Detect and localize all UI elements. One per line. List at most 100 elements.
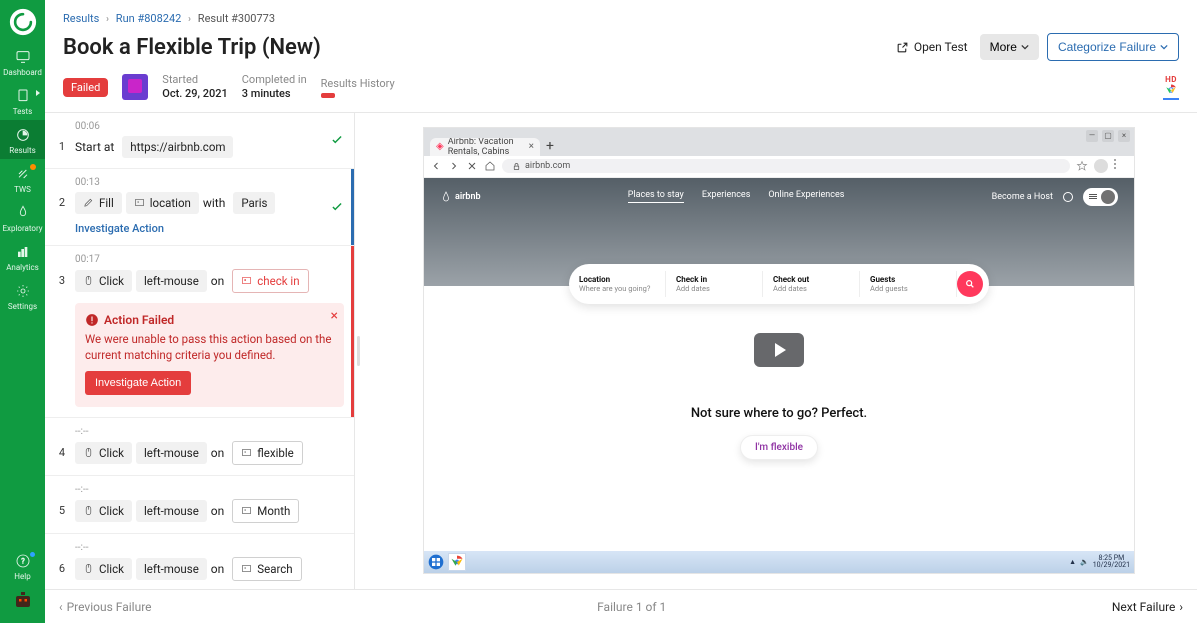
check-icon bbox=[330, 200, 344, 214]
investigate-action-link[interactable]: Investigate Action bbox=[75, 222, 354, 235]
notif-dot bbox=[30, 164, 36, 170]
nav-label: Analytics bbox=[6, 263, 39, 272]
profile-menu-pill bbox=[1083, 188, 1118, 206]
mouse-icon bbox=[83, 447, 94, 458]
nav-results[interactable]: Results bbox=[0, 120, 45, 159]
step-action-chip: Fill bbox=[75, 192, 122, 214]
step-value-chip: Paris bbox=[233, 192, 275, 214]
search-cell-label: Check out bbox=[773, 275, 849, 284]
step-time: 00:13 bbox=[75, 177, 354, 188]
meta-history: Results History bbox=[321, 77, 395, 98]
screenshot-viewer[interactable]: ◈ Airbnb: Vacation Rentals, Cabins × + —… bbox=[423, 127, 1135, 574]
mouse-icon bbox=[83, 563, 94, 574]
lock-icon bbox=[512, 162, 521, 171]
menu-icon bbox=[1114, 159, 1128, 173]
page-header: Results › Run #808242 › Result #300773 B… bbox=[45, 0, 1197, 113]
categorize-failure-button[interactable]: Categorize Failure bbox=[1047, 33, 1179, 61]
step-time: 00:17 bbox=[75, 254, 354, 265]
search-cell-label: Guests bbox=[870, 275, 946, 284]
check-icon bbox=[330, 133, 344, 147]
screenshot-taskbar: ▲ 🔈 8:25 PM 10/29/2021 bbox=[424, 551, 1134, 573]
step-number: 6 bbox=[53, 562, 71, 575]
search-cell-ph: Add dates bbox=[773, 284, 849, 293]
step-row[interactable]: --:-- 6 Click left-mouse on Search bbox=[45, 534, 354, 589]
avatar-icon bbox=[1101, 190, 1115, 204]
step-row[interactable]: 00:13 2 Fill location with Paris Investi… bbox=[45, 169, 354, 246]
investigate-action-button[interactable]: Investigate Action bbox=[85, 371, 191, 395]
meta-started: Started Oct. 29, 2021 bbox=[162, 73, 227, 102]
image-icon bbox=[241, 275, 252, 286]
chevron-icon: › bbox=[188, 14, 191, 25]
step-label: on bbox=[211, 446, 224, 460]
nav-label: Exploratory bbox=[2, 224, 42, 233]
screenshot-tab: ◈ Airbnb: Vacation Rentals, Cabins × bbox=[430, 138, 540, 156]
windows-logo-icon bbox=[428, 554, 444, 570]
step-label: on bbox=[211, 504, 224, 518]
prev-failure-button[interactable]: ‹ Previous Failure bbox=[59, 600, 152, 614]
step-label: Start at bbox=[75, 140, 114, 154]
step-number: 2 bbox=[53, 196, 71, 209]
step-url-chip: https://airbnb.com bbox=[122, 136, 233, 158]
nav-label: Tests bbox=[13, 107, 33, 116]
search-cell-ph: Add guests bbox=[870, 284, 946, 293]
screenshot-tab-title: Airbnb: Vacation Rentals, Cabins bbox=[448, 138, 525, 156]
breadcrumb-link-run[interactable]: Run #808242 bbox=[116, 12, 182, 25]
screenshot-hero: airbnb Places to stay Experiences Online… bbox=[424, 178, 1134, 286]
become-host-text: Become a Host bbox=[992, 192, 1053, 202]
nav-exploratory[interactable]: Exploratory bbox=[0, 198, 45, 237]
nav-tws[interactable]: TWS bbox=[0, 159, 45, 198]
external-link-icon bbox=[896, 41, 909, 54]
step-row[interactable]: 00:06 1 Start at https://airbnb.com bbox=[45, 113, 354, 169]
fail-title-text: Action Failed bbox=[104, 313, 174, 327]
step-value-chip: Month bbox=[232, 499, 299, 523]
tray-icon: 🔈 bbox=[1080, 558, 1089, 566]
mouse-icon bbox=[83, 505, 94, 516]
search-cell-ph: Where are you going? bbox=[579, 284, 655, 293]
chrome-taskbar-icon bbox=[448, 553, 466, 571]
app-logo[interactable] bbox=[9, 8, 37, 36]
nav-settings[interactable]: Settings bbox=[0, 276, 45, 315]
nav-help[interactable]: ? Help bbox=[0, 546, 45, 585]
search-cell-ph: Add dates bbox=[676, 284, 752, 293]
steps-list[interactable]: 00:06 1 Start at https://airbnb.com 00:1… bbox=[45, 113, 355, 589]
step-number: 4 bbox=[53, 446, 71, 459]
step-row[interactable]: --:-- 5 Click left-mouse on Month bbox=[45, 476, 354, 534]
meta-label: Completed in bbox=[242, 73, 307, 87]
profile-icon bbox=[1094, 159, 1108, 173]
star-icon bbox=[1076, 160, 1088, 172]
menu-icon bbox=[1089, 194, 1097, 199]
image-icon bbox=[241, 563, 252, 574]
next-failure-button[interactable]: Next Failure › bbox=[1112, 600, 1183, 614]
action-failed-box: × Action Failed We were unable to pass t… bbox=[75, 303, 344, 407]
open-test-link[interactable]: Open Test bbox=[890, 36, 974, 58]
maximize-icon: ▢ bbox=[1102, 130, 1114, 142]
more-label: More bbox=[990, 40, 1017, 54]
failure-nav-footer: ‹ Previous Failure Failure 1 of 1 Next F… bbox=[45, 589, 1197, 623]
close-icon[interactable]: × bbox=[331, 309, 338, 323]
step-row[interactable]: --:-- 4 Click left-mouse on flexible bbox=[45, 418, 354, 476]
screenshot-url: airbnb.com bbox=[525, 161, 570, 171]
nav-label: Help bbox=[14, 572, 30, 581]
step-time: --:-- bbox=[75, 426, 354, 437]
body-split: 00:06 1 Start at https://airbnb.com 00:1… bbox=[45, 113, 1197, 589]
open-test-label: Open Test bbox=[914, 40, 968, 54]
nav-dashboard[interactable]: Dashboard bbox=[0, 42, 45, 81]
search-cell-label: Check in bbox=[676, 275, 752, 284]
airbnb-icon: ◈ bbox=[436, 141, 444, 152]
more-button[interactable]: More bbox=[980, 34, 1039, 60]
nav-bot-icon[interactable] bbox=[11, 589, 35, 613]
globe-icon bbox=[1063, 192, 1073, 202]
breadcrumb-link-results[interactable]: Results bbox=[63, 12, 99, 25]
failure-count: Failure 1 of 1 bbox=[597, 600, 666, 614]
chevron-right-icon: › bbox=[1179, 600, 1183, 614]
nav-analytics[interactable]: Analytics bbox=[0, 237, 45, 276]
step-target-chip: left-mouse bbox=[136, 558, 207, 580]
step-row[interactable]: 00:17 3 Click left-mouse on check in × bbox=[45, 246, 354, 418]
next-failure-label: Next Failure bbox=[1112, 600, 1176, 614]
error-icon bbox=[85, 313, 99, 327]
play-button[interactable] bbox=[754, 333, 804, 367]
search-cell-label: Location bbox=[579, 275, 655, 284]
nav-tests[interactable]: Tests bbox=[0, 81, 45, 120]
svg-text:?: ? bbox=[21, 557, 25, 566]
window-buttons: — ▢ × bbox=[1086, 130, 1130, 142]
